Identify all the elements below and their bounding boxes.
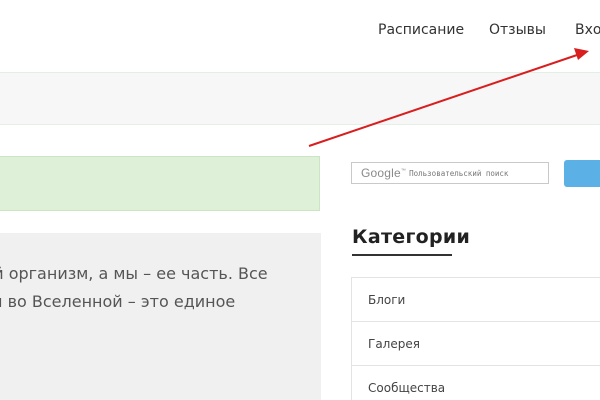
category-item-gallery[interactable]: Галерея xyxy=(351,322,600,366)
page: Расписание Отзывы Вход, вой организм, а … xyxy=(0,0,600,400)
nav-link-login[interactable]: Вход, xyxy=(575,22,600,38)
category-item-blogs[interactable]: Блоги xyxy=(351,278,600,322)
breadcrumb-strip xyxy=(0,73,600,125)
success-alert xyxy=(0,156,320,211)
search-button[interactable] xyxy=(564,160,600,187)
article-text: вой организм, а мы – ее часть. Все сти в… xyxy=(0,260,294,316)
categories-underline xyxy=(352,254,452,256)
top-navigation: Расписание Отзывы Вход, xyxy=(0,0,600,73)
search-placeholder: Пользовательский поиск xyxy=(409,168,509,178)
nav-link-reviews[interactable]: Отзывы xyxy=(489,22,546,38)
google-logo: Google™ xyxy=(361,166,407,180)
nav-link-schedule[interactable]: Расписание xyxy=(378,22,464,38)
article-excerpt: вой организм, а мы – ее часть. Все сти в… xyxy=(0,233,321,400)
search-input[interactable]: Google™ Пользовательский поиск xyxy=(351,162,549,184)
article-text-line: сти во Вселенной – это единое xyxy=(0,292,236,311)
categories-list: Блоги Галерея Сообщества xyxy=(351,277,600,400)
article-text-line: вой организм, а мы – ее часть. Все xyxy=(0,264,268,283)
categories-title: Категории xyxy=(352,226,471,248)
category-item-communities[interactable]: Сообщества xyxy=(351,366,600,400)
